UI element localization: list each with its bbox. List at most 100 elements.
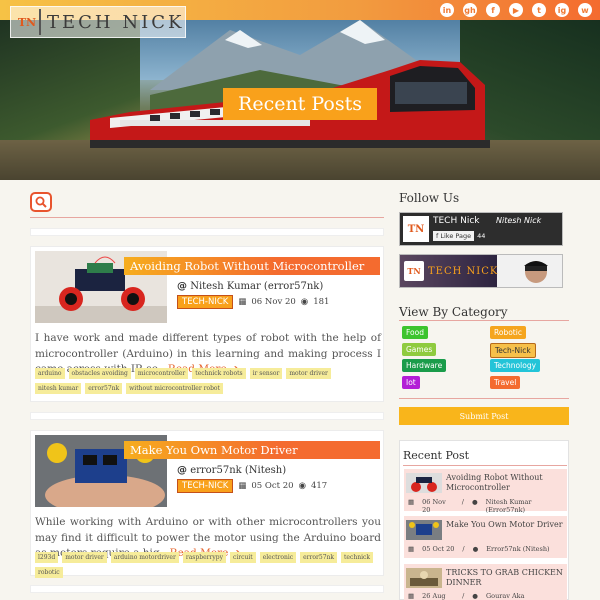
recent-post-thumbnail bbox=[406, 473, 442, 493]
category-heading: View By Category bbox=[399, 305, 508, 319]
tag[interactable]: circuit bbox=[229, 552, 256, 563]
tag[interactable]: l293d bbox=[35, 552, 59, 563]
instagram-icon[interactable]: ig bbox=[555, 3, 569, 17]
fb-follower-count: 44 bbox=[477, 232, 486, 240]
category-travel[interactable]: Travel bbox=[490, 376, 521, 389]
calendar-icon: ▦ bbox=[408, 592, 415, 600]
post-separator bbox=[30, 228, 384, 236]
separator: / bbox=[462, 545, 465, 553]
recent-post-thumbnail bbox=[406, 568, 442, 588]
post-card: Avoiding Robot Without Microcontroller @… bbox=[30, 246, 384, 402]
category-badge[interactable]: TECH-NICK bbox=[177, 295, 234, 309]
search-divider bbox=[30, 217, 384, 218]
tag[interactable]: technick bbox=[341, 552, 373, 563]
recent-post-item[interactable]: Make You Own Motor Driver ▦ 05 Oct 20 / ●… bbox=[404, 516, 567, 558]
recent-post-meta: ▦ 06 Nov 20 / ● Nitesh Kumar (Error57nk) bbox=[408, 498, 567, 514]
banner-text: TECH NICK bbox=[428, 266, 499, 277]
category-tech-nick[interactable]: Tech-Nick bbox=[490, 343, 536, 358]
author-name[interactable]: Nitesh Kumar (error57nk) bbox=[190, 281, 323, 292]
post-date: 05 Oct 20 bbox=[251, 481, 294, 491]
tag[interactable]: error57nk bbox=[300, 552, 338, 563]
fb-like-label: Like Page bbox=[440, 232, 472, 240]
submit-post-button[interactable]: Submit Post bbox=[399, 407, 569, 425]
post-author: @ Nitesh Kumar (error57nk) bbox=[177, 281, 323, 292]
recent-post-date: 26 Aug 20 bbox=[422, 592, 446, 600]
category-iot[interactable]: Iot bbox=[402, 376, 420, 389]
tag[interactable]: arduino motordriver bbox=[110, 552, 179, 563]
page: TN TECH NICK in gh f ▶ t ig w Recent Pos… bbox=[0, 0, 600, 600]
post-separator bbox=[30, 585, 384, 593]
recent-post-title[interactable]: Avoiding Robot Without Microcontroller bbox=[446, 473, 564, 493]
github-icon[interactable]: gh bbox=[463, 3, 477, 17]
channel-banner[interactable]: TN TECH NICK bbox=[399, 254, 563, 288]
tag[interactable]: motor driver bbox=[62, 552, 107, 563]
at-icon: @ bbox=[177, 465, 187, 476]
fb-like-row: f Like Page 44 bbox=[433, 231, 485, 241]
facebook-page-widget[interactable]: TN TECH Nick f Like Page 44 Nitesh Nick bbox=[399, 212, 563, 246]
recent-post-meta: ▦ 05 Oct 20 / ● Error57nk (Nitesh) bbox=[408, 545, 550, 553]
tag[interactable]: arduino bbox=[35, 368, 65, 379]
tag[interactable]: error57nk bbox=[85, 383, 123, 394]
tag[interactable]: nitesh kumar bbox=[35, 383, 82, 394]
category-games[interactable]: Games bbox=[402, 343, 437, 356]
recent-post-item[interactable]: TRICKS TO GRAB CHICKEN DINNER ▦ 26 Aug 20… bbox=[404, 564, 567, 600]
recent-post-title[interactable]: Make You Own Motor Driver bbox=[446, 520, 564, 530]
calendar-icon: ▦ bbox=[238, 481, 247, 491]
facebook-icon[interactable]: f bbox=[486, 3, 500, 17]
banner-logo: TN bbox=[404, 261, 424, 281]
post-tags: l293d motor driver arduino motordriver r… bbox=[35, 552, 381, 578]
recent-post-date: 06 Nov 20 bbox=[422, 498, 446, 514]
category-technology[interactable]: Technology bbox=[490, 359, 541, 372]
post-card: Make You Own Motor Driver @ error57nk (N… bbox=[30, 430, 384, 578]
fb-like-button[interactable]: f Like Page bbox=[433, 231, 475, 241]
tag[interactable]: microcontroller bbox=[134, 368, 189, 379]
category-robotic[interactable]: Robotic bbox=[490, 326, 526, 339]
tag[interactable]: technick robots bbox=[192, 368, 246, 379]
fb-page-avatar: TN bbox=[403, 216, 429, 242]
linkedin-icon[interactable]: in bbox=[440, 3, 454, 17]
post-title[interactable]: Avoiding Robot Without Microcontroller bbox=[124, 257, 380, 275]
post-separator bbox=[30, 412, 384, 420]
post-meta: TECH-NICK ▦ 06 Nov 20 ◉ 181 bbox=[177, 295, 329, 309]
tag[interactable]: motor driver bbox=[286, 368, 331, 379]
author-name[interactable]: error57nk (Nitesh) bbox=[190, 465, 286, 476]
tag[interactable]: robotic bbox=[35, 567, 63, 578]
tag[interactable]: raspberrypy bbox=[182, 552, 226, 563]
tag[interactable]: obstacles avoiding bbox=[68, 368, 131, 379]
recent-post-author: Gourav Aka VikturDonner bbox=[485, 592, 525, 600]
avatar bbox=[524, 261, 548, 283]
recent-post-item[interactable]: Avoiding Robot Without Microcontroller ▦… bbox=[404, 469, 567, 514]
youtube-icon[interactable]: ▶ bbox=[509, 3, 523, 17]
recent-post-author: Nitesh Kumar (Error57nk) bbox=[485, 498, 532, 514]
twitter-icon[interactable]: t bbox=[532, 3, 546, 17]
site-logo[interactable]: TN TECH NICK bbox=[10, 6, 186, 38]
post-title[interactable]: Make You Own Motor Driver bbox=[124, 441, 380, 459]
category-food[interactable]: Food bbox=[402, 326, 428, 339]
post-date: 06 Nov 20 bbox=[251, 297, 296, 307]
whatsapp-icon[interactable]: w bbox=[578, 3, 592, 17]
tag[interactable]: without microcontroller robot bbox=[126, 383, 223, 394]
user-icon: ● bbox=[471, 498, 478, 506]
recent-post-date: 05 Oct 20 bbox=[422, 545, 455, 553]
post-meta: TECH-NICK ▦ 05 Oct 20 ◉ 417 bbox=[177, 479, 327, 493]
tag[interactable]: electronic bbox=[259, 552, 297, 563]
recent-post-title[interactable]: TRICKS TO GRAB CHICKEN DINNER bbox=[446, 568, 564, 588]
social-links: in gh f ▶ t ig w bbox=[440, 3, 592, 17]
category-divider bbox=[399, 320, 569, 321]
search-button[interactable] bbox=[30, 192, 52, 212]
category-badge[interactable]: TECH-NICK bbox=[177, 479, 234, 493]
category-hardware[interactable]: Hardware bbox=[402, 359, 447, 372]
recent-post-author: Error57nk (Nitesh) bbox=[486, 545, 550, 553]
recent-divider bbox=[403, 465, 567, 466]
recent-post-thumbnail bbox=[406, 520, 442, 540]
search-icon bbox=[35, 196, 47, 208]
user-icon: ● bbox=[472, 545, 479, 553]
calendar-icon: ▦ bbox=[238, 297, 247, 307]
submit-divider bbox=[399, 398, 569, 399]
calendar-icon: ▦ bbox=[408, 498, 415, 506]
fb-author-name: Nitesh Nick bbox=[496, 216, 542, 225]
fb-page-name: TECH Nick bbox=[433, 216, 480, 226]
tag[interactable]: ir sensor bbox=[249, 368, 283, 379]
follow-us-heading: Follow Us bbox=[399, 191, 460, 205]
post-author: @ error57nk (Nitesh) bbox=[177, 465, 286, 476]
